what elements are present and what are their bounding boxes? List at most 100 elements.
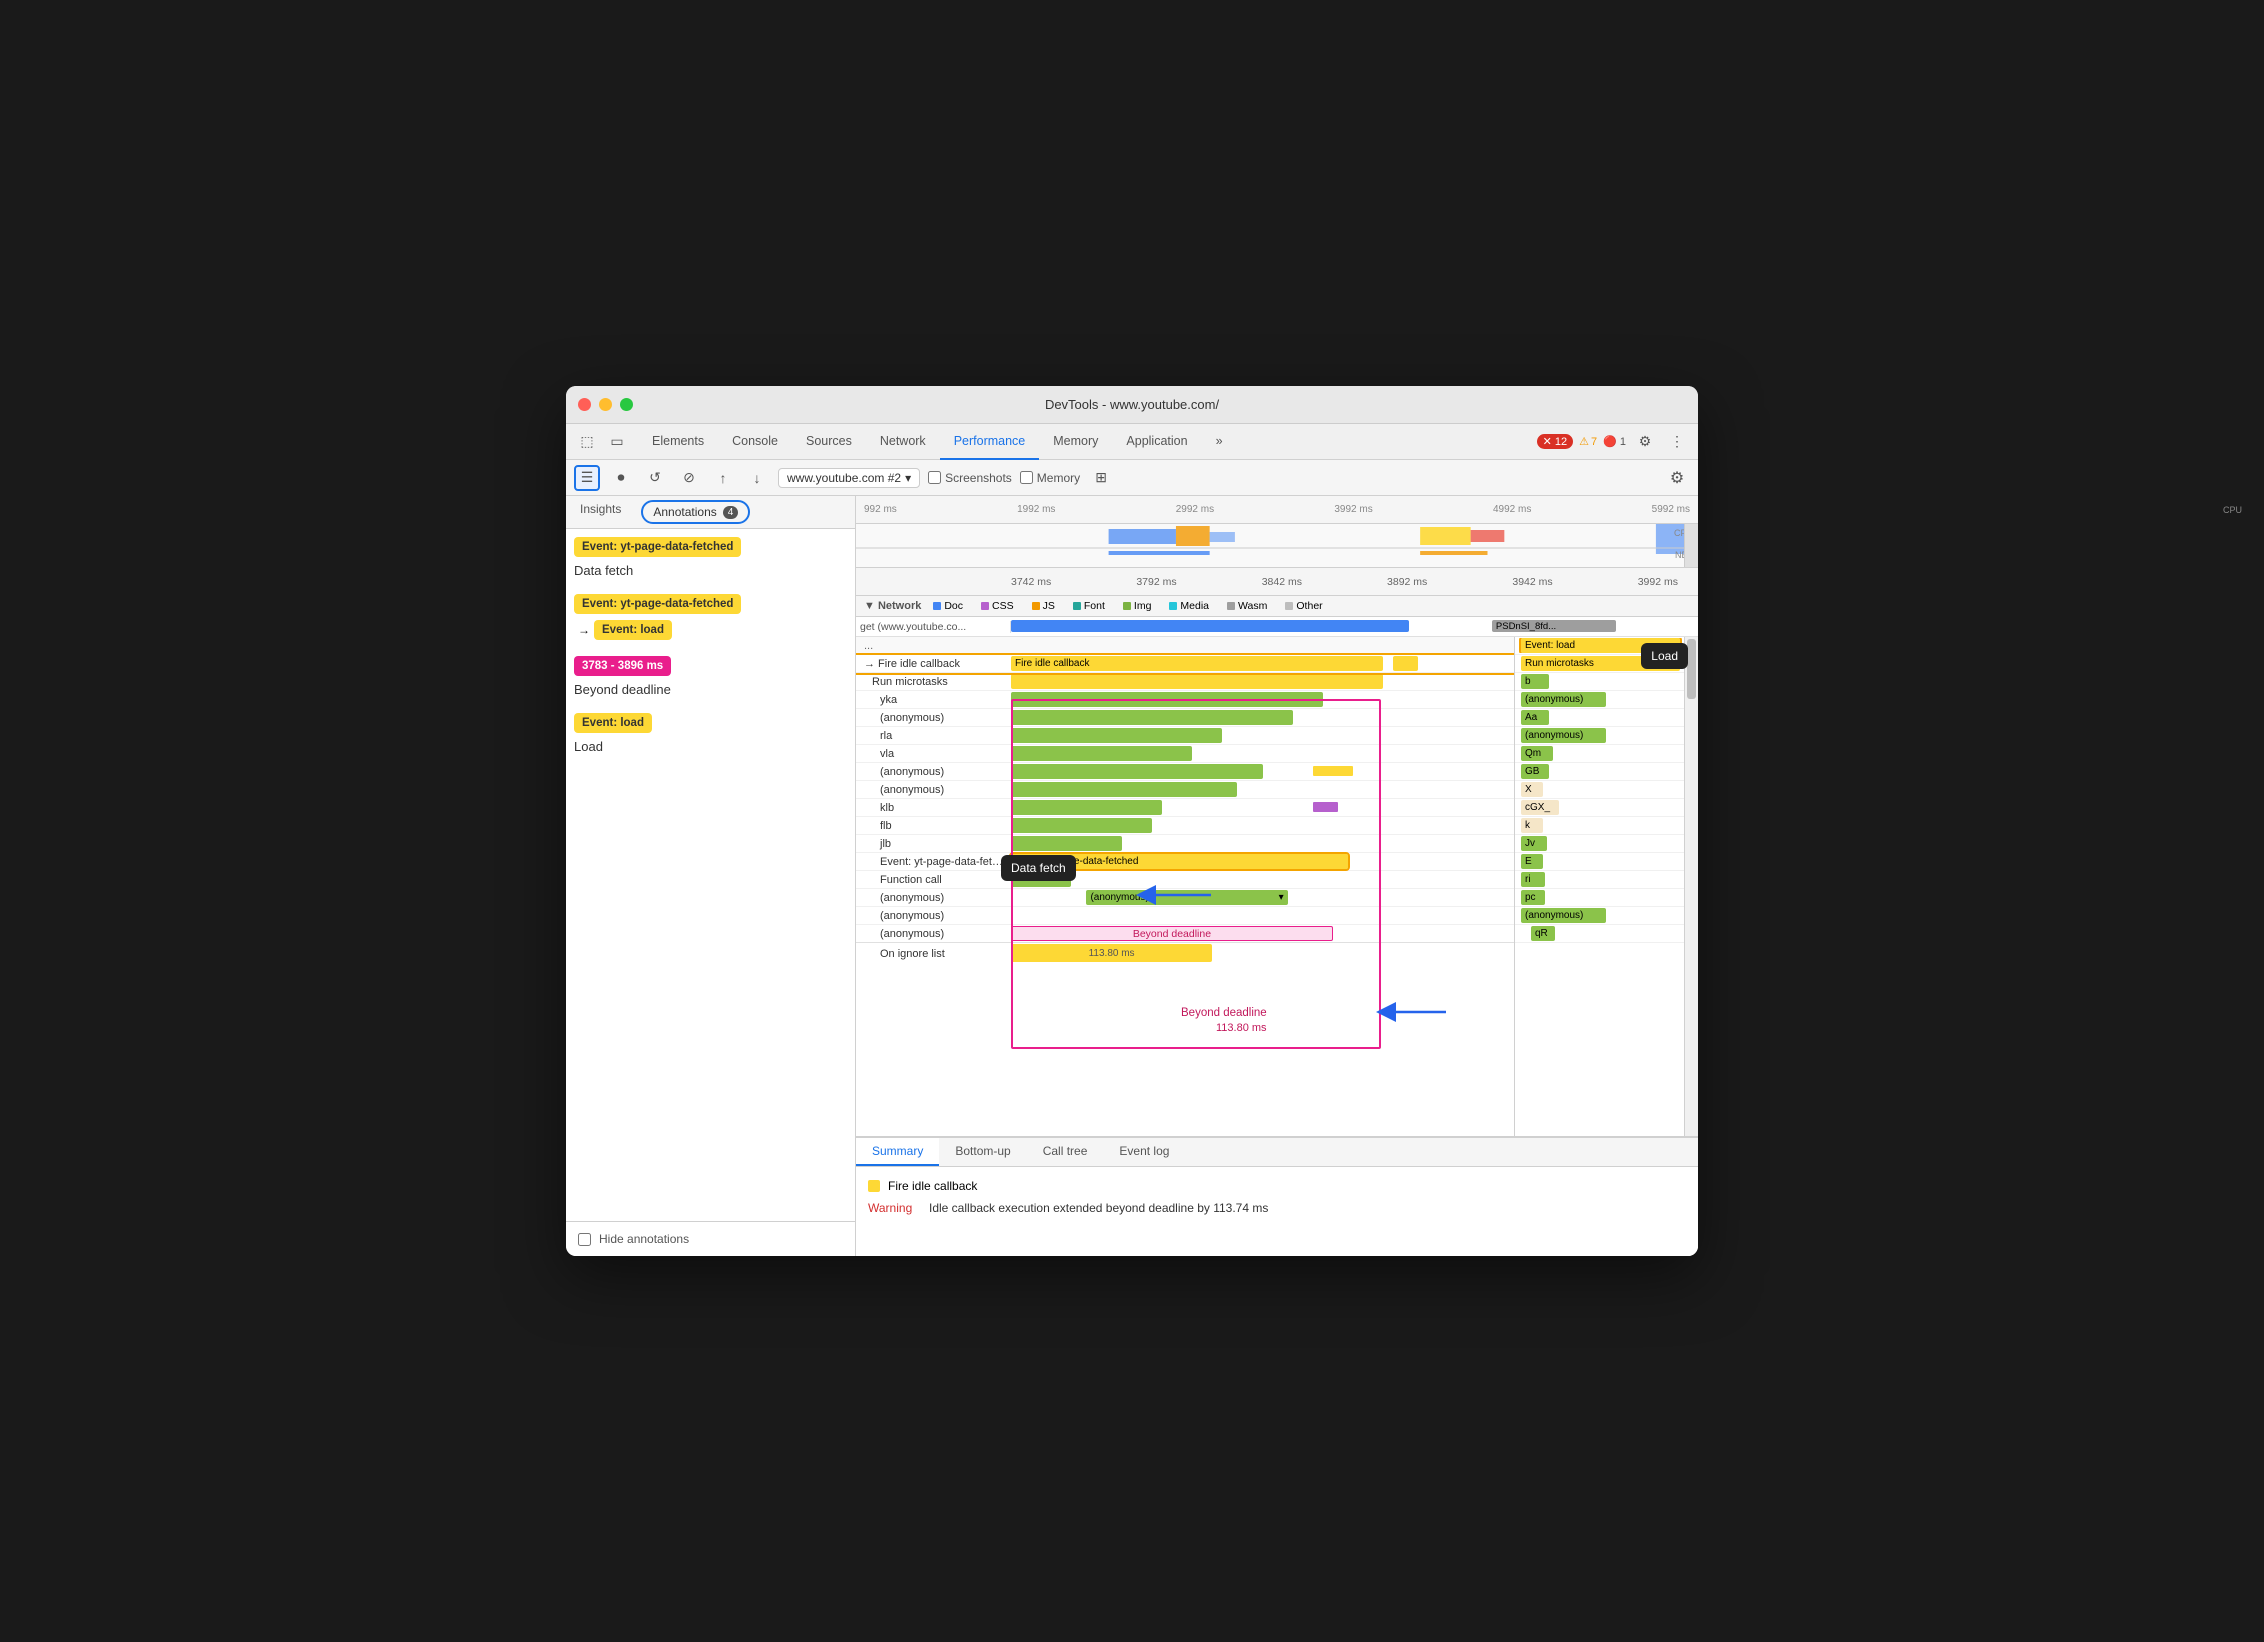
flame-row-jlb[interactable]: jlb <box>856 835 1514 853</box>
flame-row-rla[interactable]: rla <box>856 727 1514 745</box>
warning-row: Warning Idle callback execution extended… <box>868 1201 1686 1215</box>
right-row-event-load[interactable]: Event: load <box>1515 637 1684 655</box>
filter-media[interactable]: Media <box>1163 599 1215 613</box>
nav-right-badges: ✕ 12 ⚠ 7 🔴 1 ⚙ ⋮ <box>1537 429 1690 455</box>
url-text: www.youtube.com #2 <box>787 471 901 485</box>
upload-button[interactable]: ↑ <box>710 465 736 491</box>
arrow-right-icon: → <box>578 623 590 637</box>
right-row-ri[interactable]: ri <box>1515 871 1684 889</box>
right-row-cgx[interactable]: cGX_ <box>1515 799 1684 817</box>
tab-call-tree[interactable]: Call tree <box>1027 1138 1104 1166</box>
flame-row-anon1[interactable]: (anonymous) <box>856 709 1514 727</box>
filter-doc[interactable]: Doc <box>927 599 969 613</box>
clear-button[interactable]: ⊘ <box>676 465 702 491</box>
annotation-tag-2[interactable]: Event: yt-page-data-fetched <box>574 594 741 614</box>
right-row-k[interactable]: k <box>1515 817 1684 835</box>
right-row-e[interactable]: E <box>1515 853 1684 871</box>
tab-console[interactable]: Console <box>718 424 792 460</box>
tab-memory[interactable]: Memory <box>1039 424 1112 460</box>
performance-settings-icon[interactable]: ⚙ <box>1664 465 1690 491</box>
right-row-anon4[interactable]: (anonymous) <box>1515 691 1684 709</box>
download-button[interactable]: ↓ <box>744 465 770 491</box>
flame-row-vla[interactable]: vla <box>856 745 1514 763</box>
cursor-icon[interactable]: ⬚ <box>574 429 600 455</box>
url-selector[interactable]: www.youtube.com #2 ▾ <box>778 468 920 488</box>
tab-elements[interactable]: Elements <box>638 424 718 460</box>
time-markers-row: 3742 ms 3792 ms 3842 ms 3892 ms 3942 ms … <box>856 568 1698 596</box>
tab-performance[interactable]: Performance <box>940 424 1040 460</box>
filter-wasm[interactable]: Wasm <box>1221 599 1273 613</box>
right-row-x[interactable]: X <box>1515 781 1684 799</box>
flame-row-beyond-deadline[interactable]: (anonymous) Beyond deadline <box>856 925 1514 943</box>
flame-row-klb[interactable]: klb <box>856 799 1514 817</box>
yka-bars <box>1011 691 1514 708</box>
right-x-bar: X <box>1521 782 1543 797</box>
filter-js[interactable]: JS <box>1026 599 1061 613</box>
flame-row-fire-idle[interactable]: → Fire idle callback Fire idle callback <box>856 655 1514 673</box>
sidebar-toggle-button[interactable]: ☰ <box>574 465 600 491</box>
tab-network[interactable]: Network <box>866 424 940 460</box>
right-row-microtasks[interactable]: Run microtasks <box>1515 655 1684 673</box>
annotation-arrow-target[interactable]: Event: load <box>594 620 672 640</box>
annotation-tag-1[interactable]: Event: yt-page-data-fetched <box>574 537 741 557</box>
flame-row-flb[interactable]: flb <box>856 817 1514 835</box>
right-anon5-bar: (anonymous) <box>1521 728 1606 743</box>
flame-row-anon3[interactable]: (anonymous) <box>856 781 1514 799</box>
flame-row-function-call[interactable]: Function call <box>856 871 1514 889</box>
screenshot-camera-icon[interactable]: ⊞ <box>1088 465 1114 491</box>
right-event-load-bar: Event: load <box>1515 638 1684 653</box>
right-row-qr[interactable]: qR <box>1515 925 1684 943</box>
overview-scrollbar[interactable] <box>1684 524 1698 567</box>
memory-checkbox[interactable] <box>1020 471 1033 484</box>
filter-img[interactable]: Img <box>1117 599 1158 613</box>
right-row-pc[interactable]: pc <box>1515 889 1684 907</box>
right-row-b1[interactable]: b <box>1515 673 1684 691</box>
record-button[interactable]: ⏺ <box>608 465 634 491</box>
device-icon[interactable]: ▭ <box>604 429 630 455</box>
memory-checkbox-label[interactable]: Memory <box>1020 471 1080 485</box>
warning-count: 7 <box>1591 436 1597 448</box>
screenshots-checkbox[interactable] <box>928 471 941 484</box>
flame-row-anon-dropdown[interactable]: (anonymous) (anonymous) ▾ <box>856 889 1514 907</box>
scrollbar-thumb[interactable] <box>1687 639 1696 699</box>
filter-font[interactable]: Font <box>1067 599 1111 613</box>
close-button[interactable] <box>578 398 591 411</box>
right-row-qm[interactable]: Qm <box>1515 745 1684 763</box>
right-row-jv[interactable]: Jv <box>1515 835 1684 853</box>
right-row-anon5[interactable]: (anonymous) <box>1515 727 1684 745</box>
hide-annotations-checkbox[interactable] <box>578 1233 591 1246</box>
sidebar-tab-annotations[interactable]: Annotations 4 <box>641 500 750 524</box>
maximize-button[interactable] <box>620 398 633 411</box>
filter-css[interactable]: CSS <box>975 599 1020 613</box>
flame-row-anon2[interactable]: (anonymous) <box>856 763 1514 781</box>
tab-sources[interactable]: Sources <box>792 424 866 460</box>
tab-bottom-up[interactable]: Bottom-up <box>939 1138 1026 1166</box>
anon2-label: (anonymous) <box>856 766 1011 778</box>
right-row-gb[interactable]: GB <box>1515 763 1684 781</box>
annotation-tag-4[interactable]: Event: load <box>574 713 652 733</box>
settings-icon[interactable]: ⚙ <box>1632 429 1658 455</box>
right-row-anon6[interactable]: (anonymous) <box>1515 907 1684 925</box>
flame-row-anon-empty[interactable]: (anonymous) <box>856 907 1514 925</box>
tab-more[interactable]: » <box>1202 424 1237 460</box>
flame-row-event-fetched[interactable]: Event: yt-page-data-fetched Event: yt-pa… <box>856 853 1514 871</box>
tab-summary[interactable]: Summary <box>856 1138 939 1166</box>
reload-record-button[interactable]: ↺ <box>642 465 668 491</box>
flame-row-run-microtasks[interactable]: Run microtasks <box>856 673 1514 691</box>
wasm-dot <box>1227 602 1235 610</box>
screenshots-checkbox-label[interactable]: Screenshots <box>928 471 1012 485</box>
tab-event-log[interactable]: Event log <box>1103 1138 1185 1166</box>
flame-row-yka[interactable]: yka <box>856 691 1514 709</box>
flame-chart-scrollbar[interactable] <box>1684 637 1698 1136</box>
sidebar-tab-insights[interactable]: Insights <box>566 496 635 528</box>
annotation-tag-3[interactable]: 3783 - 3896 ms <box>574 656 671 676</box>
right-cgx-bar: cGX_ <box>1521 800 1559 815</box>
timeline-overview-chart[interactable]: CPU NET <box>856 524 1698 568</box>
more-icon[interactable]: ⋮ <box>1664 429 1690 455</box>
right-row-aa[interactable]: Aa <box>1515 709 1684 727</box>
minimize-button[interactable] <box>599 398 612 411</box>
flame-row-ignore-list[interactable]: On ignore list 113.80 ms <box>856 943 1514 965</box>
sidebar-footer: Hide annotations <box>566 1221 855 1256</box>
tab-application[interactable]: Application <box>1112 424 1201 460</box>
filter-other[interactable]: Other <box>1279 599 1328 613</box>
